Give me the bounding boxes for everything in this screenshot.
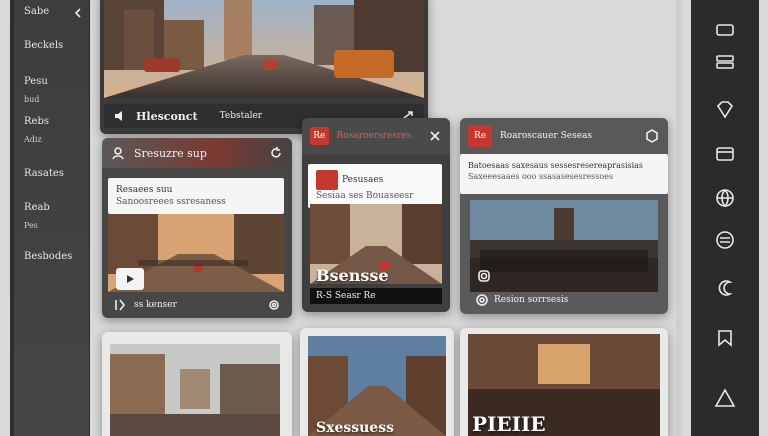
card-street-market[interactable]: Sresuzre sup Resaees suu Sanoosreees ssr… bbox=[102, 138, 292, 318]
icon-rail bbox=[691, 0, 759, 436]
card-header: Sresuzre sup bbox=[102, 138, 292, 168]
sidebar-item-6[interactable]: Reab Pes bbox=[24, 202, 50, 232]
sidebar-item-7[interactable]: Besbodes bbox=[24, 251, 72, 263]
sidebar-item-label: Rebs bbox=[24, 116, 49, 127]
description-line-2: Sanoosreees ssresaness bbox=[116, 197, 226, 207]
video-title: Hlesconct bbox=[136, 109, 198, 123]
thumbnail-icon bbox=[316, 170, 338, 190]
sidebar-item-5[interactable]: Rasates bbox=[24, 168, 64, 180]
close-icon[interactable] bbox=[427, 128, 442, 144]
card-boulevard[interactable] bbox=[102, 332, 292, 436]
card-description: Resaees suu Sanoosreees ssresaness bbox=[108, 178, 284, 214]
gem-icon[interactable] bbox=[713, 98, 737, 122]
card-avenue[interactable]: Re Rosaroersresres Pesusaes Sesiaa ses B… bbox=[302, 118, 450, 312]
instagram-icon[interactable] bbox=[476, 268, 492, 284]
card-title: Sresuzre sup bbox=[134, 146, 207, 160]
card-footer: Resion sorrsesis bbox=[474, 292, 568, 308]
featured-card[interactable]: Hlesconct Tebstaler bbox=[100, 0, 428, 134]
card-description: Batoesaas saxesaus sessesresereaprasisia… bbox=[460, 154, 668, 194]
globe-icon[interactable] bbox=[713, 186, 737, 210]
sidebar-item-3[interactable]: Pesu bud bbox=[24, 76, 48, 106]
badge-icon[interactable] bbox=[713, 228, 737, 252]
card-icon[interactable] bbox=[713, 142, 737, 166]
description-line-2: Sesiaa ses Bouaseesr bbox=[316, 191, 414, 201]
sidebar-item-label: Sabe bbox=[24, 6, 50, 17]
card-header: Re Rosaroersresres bbox=[302, 118, 450, 154]
photo-title: Sxessuess bbox=[316, 420, 394, 436]
gear-icon[interactable] bbox=[644, 128, 660, 144]
sidebar-item-sublabel: Pes bbox=[24, 221, 38, 230]
sidebar-item-label: Rasates bbox=[24, 168, 64, 179]
sidebar-item-label: Pesu bbox=[24, 76, 48, 87]
ticket-icon bbox=[112, 297, 128, 313]
description-line-1: Pesusaes bbox=[342, 175, 384, 185]
card-badge: Re bbox=[468, 125, 492, 147]
sidebar-item-sublabel: Adiz bbox=[24, 135, 42, 144]
moon-icon[interactable] bbox=[713, 276, 737, 300]
refresh-icon[interactable] bbox=[268, 145, 284, 161]
card-badge: Re bbox=[310, 127, 329, 145]
card-title: Rosaroersresres bbox=[336, 131, 412, 141]
user-icon bbox=[110, 145, 126, 161]
description-line-1: Batoesaas saxesaus sessesresereaprasisia… bbox=[468, 161, 644, 170]
description-line-2: Saxeeesaaes ooo ssasasesesressoes bbox=[468, 172, 614, 181]
video-subtitle: Tebstaler bbox=[219, 111, 263, 121]
boulevard-image bbox=[110, 344, 280, 436]
sidebar-scrollbar[interactable] bbox=[10, 0, 14, 436]
sidebar-item-label: Besbodes bbox=[24, 251, 73, 262]
sidebar-item-2[interactable]: Beckels bbox=[24, 40, 63, 52]
card-footer-label: ss kenser bbox=[134, 300, 177, 310]
city-street-image bbox=[104, 0, 424, 98]
sidebar-item-label: Beckels bbox=[24, 40, 64, 51]
bookmark-icon[interactable] bbox=[713, 326, 737, 350]
sidebar-item-1[interactable]: Sabe bbox=[24, 6, 49, 18]
warning-icon[interactable] bbox=[713, 386, 737, 410]
server-icon[interactable] bbox=[713, 50, 737, 74]
play-button[interactable] bbox=[116, 268, 144, 290]
window-icon[interactable] bbox=[713, 18, 737, 42]
divider bbox=[676, 0, 682, 436]
sidebar: Sabe Beckels Pesu bud Rebs Adiz Rasates Re… bbox=[10, 0, 90, 436]
card-parade[interactable]: Sxessuess bbox=[300, 328, 454, 436]
photo-title: Bsensse bbox=[316, 266, 389, 285]
card-hall[interactable]: PIEIIE bbox=[460, 328, 668, 436]
card-description: Pesusaes Sesiaa ses Bouaseesr bbox=[308, 164, 442, 208]
card-footer-label: Resion sorrsesis bbox=[494, 295, 569, 305]
chevron-left-icon[interactable] bbox=[72, 6, 84, 18]
photo-title: PIEIIE bbox=[472, 412, 546, 436]
card-footer: R-S Seasr Re bbox=[310, 288, 442, 304]
card-footer-label: R-S Seasr Re bbox=[316, 291, 376, 301]
card-title: Roaroscauer Seseas bbox=[500, 131, 593, 141]
sidebar-item-sublabel: bud bbox=[24, 95, 40, 104]
description-line-1: Resaees suu bbox=[116, 185, 173, 195]
card-plaza[interactable]: Re Roaroscauer Seseas Batoesaas saxesaus… bbox=[460, 118, 668, 314]
card-header: Re Roaroscauer Seseas bbox=[460, 118, 668, 154]
at-icon bbox=[474, 292, 490, 308]
sidebar-item-label: Reab bbox=[24, 202, 50, 213]
settings-icon[interactable] bbox=[266, 297, 282, 313]
volume-icon[interactable] bbox=[112, 108, 128, 124]
plaza-image bbox=[470, 200, 658, 292]
card-footer: ss kenser bbox=[102, 292, 292, 318]
sidebar-item-4[interactable]: Rebs Adiz bbox=[24, 116, 49, 146]
